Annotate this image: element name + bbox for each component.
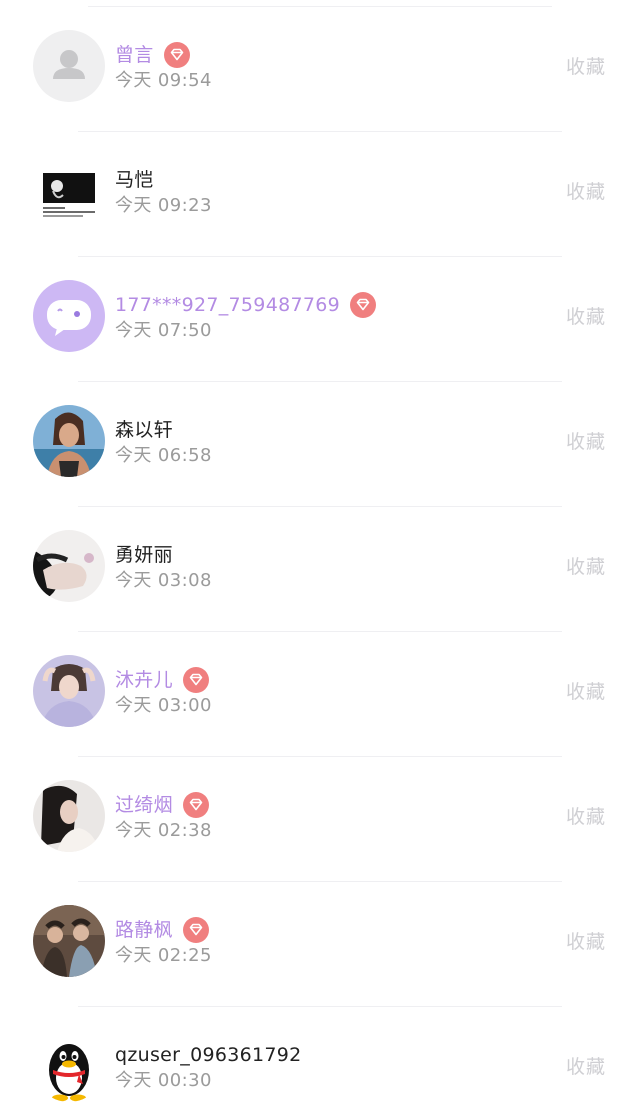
visitor-row[interactable]: 沐卉儿 今天 03:00 收藏 xyxy=(0,632,640,757)
vip-diamond-icon xyxy=(182,667,209,693)
visit-time: 今天 00:30 xyxy=(115,1070,212,1091)
avatar[interactable] xyxy=(33,280,105,352)
visitor-row[interactable]: qzuser_096361792 今天 00:30 收藏 xyxy=(0,1007,640,1105)
avatar[interactable] xyxy=(33,1030,105,1102)
name-line: 路静枫 xyxy=(115,916,209,944)
visitor-name[interactable]: 曾言 xyxy=(115,41,154,69)
visit-time: 今天 07:50 xyxy=(115,320,212,341)
photo-avatar-icon xyxy=(33,780,105,852)
name-line: qzuser_096361792 xyxy=(115,1041,302,1069)
visitor-name[interactable]: qzuser_096361792 xyxy=(115,1041,302,1069)
favorite-button[interactable]: 收藏 xyxy=(566,803,606,831)
avatar[interactable] xyxy=(33,780,105,852)
visitor-name[interactable]: 马恺 xyxy=(115,166,154,194)
favorite-button[interactable]: 收藏 xyxy=(566,303,606,331)
photo-avatar-icon xyxy=(33,530,105,602)
favorite-button[interactable]: 收藏 xyxy=(566,928,606,956)
visit-time: 今天 03:00 xyxy=(115,695,212,716)
visit-time: 今天 06:58 xyxy=(115,445,212,466)
name-line: 马恺 xyxy=(115,166,154,194)
favorite-button[interactable]: 收藏 xyxy=(566,178,606,206)
visitor-row[interactable]: 177***927_759487769 今天 07:50 收藏 xyxy=(0,257,640,382)
photo-avatar-icon xyxy=(33,405,105,477)
vip-diamond-icon xyxy=(182,917,209,943)
name-line: 勇妍丽 xyxy=(115,541,173,569)
avatar[interactable] xyxy=(33,155,105,227)
visit-time: 今天 02:25 xyxy=(115,945,212,966)
default-person-icon xyxy=(33,30,105,102)
favorite-button[interactable]: 收藏 xyxy=(566,428,606,456)
qq-penguin-icon xyxy=(33,1030,105,1102)
favorite-button[interactable]: 收藏 xyxy=(566,1053,606,1081)
favorite-button[interactable]: 收藏 xyxy=(566,553,606,581)
name-line: 曾言 xyxy=(115,41,190,69)
visitor-row[interactable]: 曾言 今天 09:54 收藏 xyxy=(0,7,640,132)
vip-diamond-icon xyxy=(350,292,377,318)
visitor-row[interactable]: 勇妍丽 今天 03:08 收藏 xyxy=(0,507,640,632)
avatar[interactable] xyxy=(33,655,105,727)
photo-avatar-icon xyxy=(33,905,105,977)
visitor-row[interactable]: 马恺 今天 09:23 收藏 xyxy=(0,132,640,257)
vip-diamond-icon xyxy=(163,42,190,68)
name-line: 森以轩 xyxy=(115,416,173,444)
visit-time: 今天 09:54 xyxy=(115,70,212,91)
visitor-name[interactable]: 勇妍丽 xyxy=(115,541,173,569)
name-line: 177***927_759487769 xyxy=(115,291,377,319)
vip-diamond-icon xyxy=(182,792,209,818)
visitor-name[interactable]: 沐卉儿 xyxy=(115,666,173,694)
visit-time: 今天 03:08 xyxy=(115,570,212,591)
visitor-row[interactable]: 过绮烟 今天 02:38 收藏 xyxy=(0,757,640,882)
dark-photo-icon xyxy=(33,155,105,227)
avatar[interactable] xyxy=(33,405,105,477)
visitor-name[interactable]: 森以轩 xyxy=(115,416,173,444)
chat-bubble-icon xyxy=(33,280,105,352)
avatar[interactable] xyxy=(33,905,105,977)
visit-time: 今天 09:23 xyxy=(115,195,212,216)
name-line: 过绮烟 xyxy=(115,791,209,819)
visitor-name[interactable]: 177***927_759487769 xyxy=(115,291,340,319)
avatar[interactable] xyxy=(33,530,105,602)
visitor-name[interactable]: 过绮烟 xyxy=(115,791,173,819)
visit-time: 今天 02:38 xyxy=(115,820,212,841)
name-line: 沐卉儿 xyxy=(115,666,209,694)
favorite-button[interactable]: 收藏 xyxy=(566,678,606,706)
favorite-button[interactable]: 收藏 xyxy=(566,53,606,81)
visitor-name[interactable]: 路静枫 xyxy=(115,916,173,944)
avatar[interactable] xyxy=(33,30,105,102)
visitor-row[interactable]: 森以轩 今天 06:58 收藏 xyxy=(0,382,640,507)
photo-avatar-icon xyxy=(33,655,105,727)
visitor-row[interactable]: 路静枫 今天 02:25 收藏 xyxy=(0,882,640,1007)
